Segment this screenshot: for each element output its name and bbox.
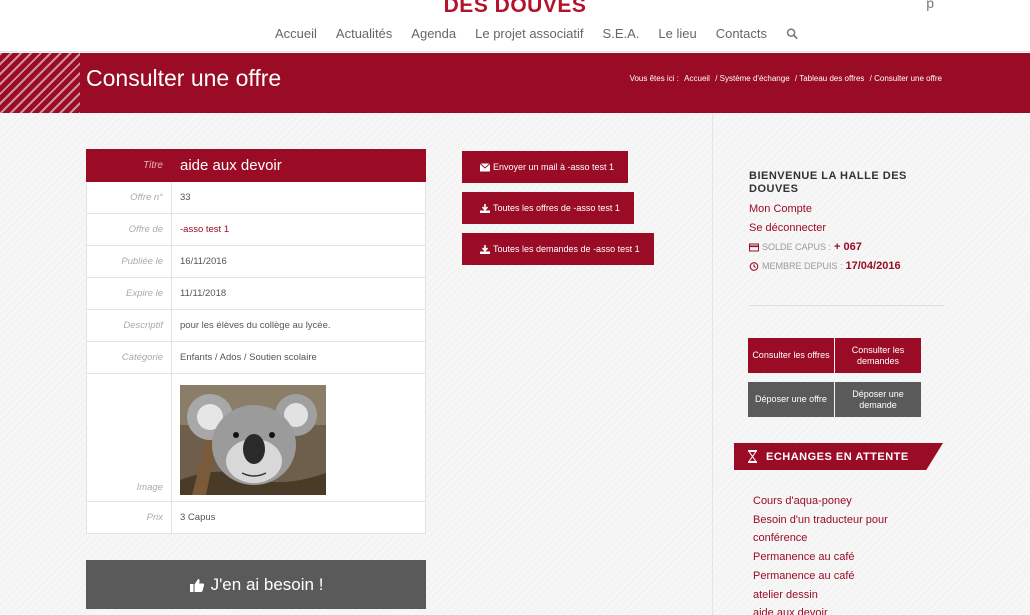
site-logo[interactable]: DES DOUVES [0, 0, 1030, 18]
pending-item-link[interactable]: atelier dessin [753, 586, 888, 605]
need-it-button[interactable]: J'en ai besoin ! [86, 560, 426, 609]
download-icon [480, 203, 490, 213]
site-header: DES DOUVES p Accueil Actualités Agenda L… [0, 0, 1030, 52]
table-row: Offre de -asso test 1 [86, 213, 426, 246]
main-nav: Accueil Actualités Agenda Le projet asso… [275, 26, 799, 41]
breadcrumb: Vous êtes ici : Accueil / Système d'écha… [627, 74, 942, 83]
row-label: Descriptif [86, 309, 172, 342]
offer-title: aide aux devoir [171, 149, 426, 182]
offer-author-link[interactable]: -asso test 1 [171, 213, 426, 246]
row-label: Expire le [86, 277, 172, 310]
table-row: Descriptif pour les élèves du collège au… [86, 309, 426, 342]
send-mail-label: Envoyer un mail à -asso test 1 [493, 162, 615, 172]
balance-label: SOLDE CAPUS : [762, 242, 832, 252]
row-label: Offre n° [86, 181, 172, 214]
table-row-image: Image [86, 373, 426, 502]
consult-requests-button[interactable]: Consulter les demandes [835, 338, 921, 373]
table-row: Expire le 11/11/2018 [86, 277, 426, 310]
member-since-info: MEMBRE DEPUIS : 17/04/2016 [749, 260, 901, 272]
published-date: 16/11/2016 [171, 245, 426, 278]
nav-item-agenda[interactable]: Agenda [411, 26, 456, 41]
need-it-label: J'en ai besoin ! [210, 574, 324, 594]
table-row: Offre n° 33 [86, 181, 426, 214]
balance-info: SOLDE CAPUS : + 067 [749, 241, 862, 253]
table-row: Publiée le 16/11/2016 [86, 245, 426, 278]
welcome-heading: BIENVENUE LA HALLE DES DOUVES [749, 170, 907, 195]
member-since-value: 17/04/2016 [845, 260, 901, 272]
pending-exchanges-title: ECHANGES EN ATTENTE [766, 450, 909, 463]
title-band: Consulter une offre Vous êtes ici : Accu… [0, 53, 1030, 113]
nav-item-actualites[interactable]: Actualités [336, 26, 392, 41]
nav-item-sea[interactable]: S.E.A. [603, 26, 640, 41]
row-label: Publiée le [86, 245, 172, 278]
breadcrumb-item-systeme[interactable]: / Système d'échange [715, 74, 789, 83]
all-requests-label: Toutes les demandes de -asso test 1 [493, 244, 640, 254]
breadcrumb-item-tableau[interactable]: / Tableau des offres [795, 74, 865, 83]
my-account-link[interactable]: Mon Compte [749, 203, 812, 215]
row-label: Catégorie [86, 341, 172, 374]
pending-item-link[interactable]: Cours d'aqua-poney [753, 492, 888, 511]
offer-details-table: Titre aide aux devoir Offre n° 33 Offre … [86, 149, 426, 534]
nav-item-projet-associatif[interactable]: Le projet associatif [475, 26, 583, 41]
pending-item-link[interactable]: Permanence au café [753, 548, 888, 567]
search-icon[interactable] [786, 27, 799, 41]
pending-item-link[interactable]: conférence [753, 529, 888, 548]
band-stripes-decoration [0, 53, 80, 113]
pending-exchanges-header: ECHANGES EN ATTENTE [734, 443, 943, 470]
logout-link[interactable]: Se déconnecter [749, 222, 826, 234]
header-right-text: p [926, 0, 934, 11]
row-label: Offre de [86, 213, 172, 246]
clock-icon [749, 261, 759, 271]
offer-price: 3 Capus [171, 501, 426, 534]
pending-item-link[interactable]: Permanence au café [753, 567, 888, 586]
pending-item-link[interactable]: Besoin d'un traducteur pour [753, 511, 888, 530]
member-since-label: MEMBRE DEPUIS : [762, 261, 843, 271]
credit-card-icon [749, 243, 759, 251]
koala-image [180, 385, 326, 495]
post-offer-button[interactable]: Déposer une offre [748, 382, 834, 417]
pending-exchanges-list: Cours d'aqua-poney Besoin d'un traducteu… [753, 492, 888, 615]
hourglass-icon [748, 450, 757, 463]
image-label: Image [86, 373, 172, 502]
expiry-date: 11/11/2018 [171, 277, 426, 310]
breadcrumb-item-accueil[interactable]: Accueil [684, 74, 710, 83]
table-row: Catégorie Enfants / Ados / Soutien scola… [86, 341, 426, 374]
all-requests-button[interactable]: Toutes les demandes de -asso test 1 [462, 233, 654, 265]
sidebar-separator [749, 305, 944, 306]
offer-description: pour les élèves du collège au lycée. [171, 309, 426, 342]
consult-offers-button[interactable]: Consulter les offres [748, 338, 834, 373]
breadcrumb-prefix: Vous êtes ici : [629, 74, 679, 83]
nav-item-le-lieu[interactable]: Le lieu [658, 26, 696, 41]
table-row-title: Titre aide aux devoir [86, 149, 426, 182]
download-icon [480, 244, 490, 254]
thumbs-up-icon [189, 578, 204, 592]
table-row: Prix 3 Capus [86, 501, 426, 534]
offer-image-cell [171, 373, 426, 502]
offer-category: Enfants / Ados / Soutien scolaire [171, 341, 426, 374]
offer-number: 33 [171, 181, 426, 214]
nav-item-contacts[interactable]: Contacts [716, 26, 767, 41]
post-request-button[interactable]: Déposer une demande [835, 382, 921, 417]
sidebar-divider [712, 113, 713, 615]
send-mail-button[interactable]: Envoyer un mail à -asso test 1 [462, 151, 629, 183]
envelope-icon [480, 162, 490, 171]
title-label: Titre [86, 149, 172, 182]
price-label: Prix [86, 501, 172, 534]
balance-value: + 067 [834, 241, 862, 253]
all-offers-label: Toutes les offres de -asso test 1 [493, 203, 620, 213]
nav-item-accueil[interactable]: Accueil [275, 26, 317, 41]
all-offers-button[interactable]: Toutes les offres de -asso test 1 [462, 192, 634, 224]
breadcrumb-item-current: / Consulter une offre [869, 74, 942, 83]
pending-item-link[interactable]: aide aux devoir [753, 604, 888, 615]
page-title: Consulter une offre [86, 65, 282, 91]
